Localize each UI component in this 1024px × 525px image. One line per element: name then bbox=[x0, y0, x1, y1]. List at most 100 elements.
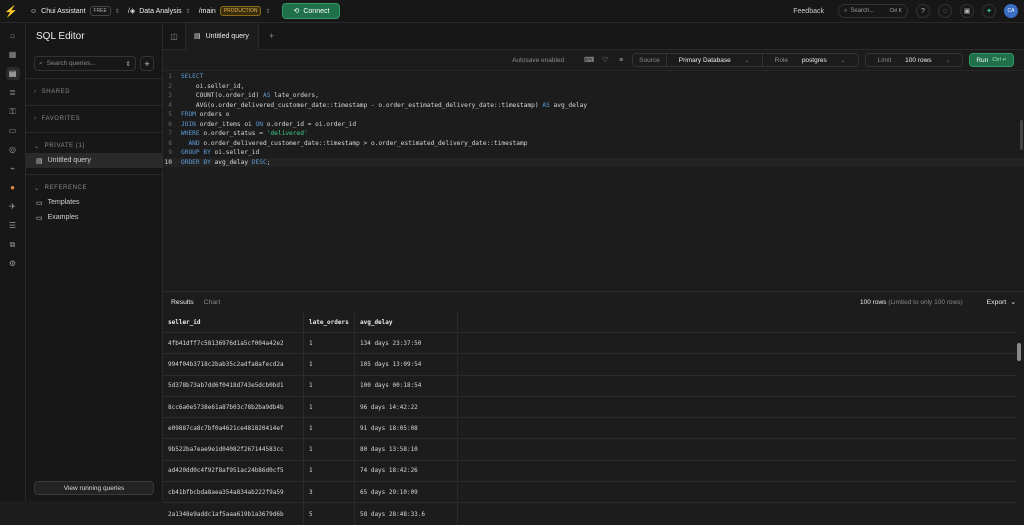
format-icon[interactable]: ≡ bbox=[616, 57, 626, 64]
table-cell[interactable]: 1 bbox=[304, 460, 355, 482]
table-cell[interactable]: 5d378b73ab7dd6f0418d743e5dcb0bd1 bbox=[163, 375, 304, 396]
branch-switcher[interactable]: main PRODUCTION ⇕ bbox=[201, 6, 270, 16]
results-grid: seller_id late_orders avg_delay 4fb41dff… bbox=[163, 312, 1016, 525]
toggle-sidebar-icon[interactable]: ◫ bbox=[163, 32, 185, 41]
table-cell[interactable]: 1 bbox=[304, 439, 355, 460]
table-cell[interactable]: 4fb41dff7c58136976d1a5cf004a42e2 bbox=[163, 333, 304, 354]
favorites-section[interactable]: › FAVORITES bbox=[26, 106, 162, 133]
table-row[interactable]: cb41bfbcbda8aea354a834ab222f9a59 3 65 days… bbox=[163, 482, 1016, 504]
new-query-button[interactable]: + bbox=[140, 56, 154, 71]
shared-section[interactable]: › SHARED bbox=[26, 79, 162, 106]
table-cell[interactable]: e09887ca8c7bf0a4621ce481820414ef bbox=[163, 418, 304, 439]
table-cell[interactable]: 1 bbox=[304, 396, 355, 418]
table-cell[interactable]: 74 days 18:42:26 bbox=[355, 460, 458, 482]
new-tab-button[interactable]: + bbox=[269, 31, 274, 41]
connect-button[interactable]: ⟲ Connect bbox=[282, 3, 341, 19]
table-row[interactable]: ad420dd0c4f92f8af951ac24b86d0cf5 1 74 days… bbox=[163, 460, 1016, 483]
code-text: GROUP BY oi.seller_id bbox=[181, 149, 260, 157]
editor-scrollbar[interactable] bbox=[1018, 120, 1024, 200]
column-header[interactable]: seller_id bbox=[163, 312, 304, 332]
project-switcher[interactable]: ◈ Data Analysis ⇕ bbox=[130, 7, 191, 16]
sql-code-editor[interactable]: 1 SELECT 2 oi.seller_id, 3 COUNT(o.order_… bbox=[163, 72, 1024, 291]
table-cell[interactable]: 9b522ba7eae9e1d04082f267144583cc bbox=[163, 439, 304, 460]
table-cell[interactable]: 100 days 00:18:54 bbox=[355, 375, 458, 396]
table-cell[interactable]: cb41bfbcbda8aea354a834ab222f9a59 bbox=[163, 482, 304, 503]
private-section-header[interactable]: ⌄ PRIVATE (1) bbox=[34, 139, 154, 153]
terminal-icon[interactable]: ▣ bbox=[960, 4, 974, 18]
home-icon[interactable]: ⌂ bbox=[6, 29, 20, 42]
column-header[interactable]: avg_delay bbox=[355, 312, 458, 332]
database-icon[interactable]: ≣ bbox=[6, 86, 20, 99]
table-row[interactable]: 8cc6a0e5738e61a87b03c78b2ba9db4b 1 96 days… bbox=[163, 396, 1016, 419]
feedback-button[interactable]: Feedback bbox=[793, 8, 824, 15]
table-cell[interactable]: 3 bbox=[304, 482, 355, 503]
view-running-queries-button[interactable]: View running queries bbox=[34, 481, 154, 495]
source-selector[interactable]: Source Primary Database ⌄ Role postgres … bbox=[632, 53, 859, 67]
table-row[interactable]: 2a1348e9addc1af5aaa619b1a3679d6b 5 58 days… bbox=[163, 503, 1016, 525]
org-switcher[interactable]: ☺ Chui Assistant FREE ⇕ bbox=[30, 6, 120, 16]
supabase-logo-icon[interactable]: ⚡ bbox=[0, 0, 22, 23]
table-cell[interactable]: 58 days 28:48:33.6 bbox=[355, 503, 458, 525]
help-icon[interactable]: ? bbox=[916, 4, 930, 18]
assistant-icon[interactable]: ✦ bbox=[982, 4, 996, 18]
table-editor-icon[interactable]: ▦ bbox=[6, 48, 20, 61]
chevron-updown-icon: ⇕ bbox=[114, 8, 120, 15]
limit-selector[interactable]: Limit 100 rows ⌄ bbox=[864, 53, 964, 67]
table-row[interactable]: 4fb41dff7c58136976d1a5cf004a42e2 1 134 day… bbox=[163, 333, 1016, 355]
advisors-icon[interactable]: ● bbox=[6, 181, 20, 194]
filter-icon[interactable]: ⇕ bbox=[126, 60, 131, 68]
tab-chart[interactable]: Chart bbox=[204, 299, 221, 306]
storage-icon[interactable]: ▭ bbox=[6, 124, 20, 137]
sql-editor-icon[interactable]: ▤ bbox=[5, 67, 20, 80]
table-cell[interactable]: 91 days 18:05:08 bbox=[355, 418, 458, 439]
table-cell[interactable]: 1 bbox=[304, 418, 355, 439]
table-cell[interactable]: 105 days 13:09:54 bbox=[355, 354, 458, 375]
table-cell[interactable]: ad420dd0c4f92f8af951ac24b86d0cf5 bbox=[163, 460, 304, 482]
table-cell[interactable]: 994f04b3718c2bab35c2adfa8afecd2a bbox=[163, 354, 304, 375]
scrollbar-thumb[interactable] bbox=[1017, 343, 1021, 361]
table-cell[interactable]: 8cc6a0e5738e61a87b03c78b2ba9db4b bbox=[163, 396, 304, 418]
sql-editor-sidebar: SQL Editor ⌕ Search queries... ⇕ + › SHAR… bbox=[26, 23, 163, 501]
edge-functions-icon[interactable]: ⌁ bbox=[6, 162, 20, 175]
table-cell[interactable]: 2a1348e9addc1af5aaa619b1a3679d6b bbox=[163, 503, 304, 525]
table-row[interactable]: 9b522ba7eae9e1d04082f267144583cc 1 80 days… bbox=[163, 439, 1016, 461]
settings-icon[interactable]: ⚙ bbox=[6, 257, 20, 270]
run-button[interactable]: Run Ctrl ↵ bbox=[969, 53, 1014, 67]
tab-results[interactable]: Results bbox=[171, 299, 194, 306]
table-cell[interactable]: 1 bbox=[304, 333, 355, 354]
avatar[interactable]: CA bbox=[1004, 4, 1018, 18]
bulb-icon[interactable]: ◌ bbox=[938, 4, 952, 18]
integrations-icon[interactable]: ⧉ bbox=[6, 238, 20, 251]
sidebar-item-untitled-query[interactable]: ▤ Untitled query bbox=[26, 153, 162, 168]
reference-section-header[interactable]: ⌄ REFERENCE bbox=[34, 181, 154, 195]
table-cell[interactable]: 80 days 13:58:10 bbox=[355, 439, 458, 460]
results-scrollbar[interactable] bbox=[1017, 321, 1022, 501]
table-row[interactable]: 5d378b73ab7dd6f0418d743e5dcb0bd1 1 100 day… bbox=[163, 375, 1016, 397]
table-cell[interactable]: 65 days 29:10:09 bbox=[355, 482, 458, 503]
keyboard-icon[interactable]: ⌨ bbox=[584, 56, 594, 64]
sidebar-item-templates[interactable]: ▭ Templates bbox=[34, 195, 154, 210]
results-panel: Results Chart 100 rows (Limited to only … bbox=[163, 291, 1024, 525]
reports-icon[interactable]: ✈ bbox=[6, 200, 20, 213]
table-cell[interactable]: 1 bbox=[304, 354, 355, 375]
table-cell[interactable]: 96 days 14:42:22 bbox=[355, 396, 458, 418]
auth-icon[interactable]: ⚿ bbox=[6, 105, 20, 118]
table-cell[interactable]: 1 bbox=[304, 375, 355, 396]
table-cell[interactable]: 134 days 23:37:50 bbox=[355, 333, 458, 354]
sidebar-item-label: Examples bbox=[47, 214, 79, 221]
table-row[interactable]: 994f04b3718c2bab35c2adfa8afecd2a 1 105 day… bbox=[163, 354, 1016, 376]
query-tab-bar: ◫ ▤ Untitled query + bbox=[163, 22, 1024, 50]
sidebar-item-examples[interactable]: ▭ Examples bbox=[34, 210, 154, 225]
table-cell[interactable]: 5 bbox=[304, 503, 355, 525]
global-search[interactable]: ⌕ Search... Ctrl K bbox=[838, 4, 908, 18]
favorite-heart-icon[interactable]: ♡ bbox=[600, 56, 610, 64]
realtime-icon[interactable]: ◎ bbox=[6, 143, 20, 156]
tab-untitled-query[interactable]: ▤ Untitled query bbox=[185, 22, 259, 50]
table-row[interactable]: e09887ca8c7bf0a4621ce481820414ef 1 91 days… bbox=[163, 418, 1016, 440]
export-button[interactable]: Export ⌄ bbox=[987, 298, 1016, 307]
row-count-value: 100 rows bbox=[860, 298, 887, 306]
logs-icon[interactable]: ☰ bbox=[6, 219, 20, 232]
query-search-input[interactable]: ⌕ Search queries... ⇕ bbox=[34, 56, 136, 71]
line-number: 7 bbox=[168, 130, 172, 138]
column-header[interactable]: late_orders bbox=[304, 312, 355, 332]
